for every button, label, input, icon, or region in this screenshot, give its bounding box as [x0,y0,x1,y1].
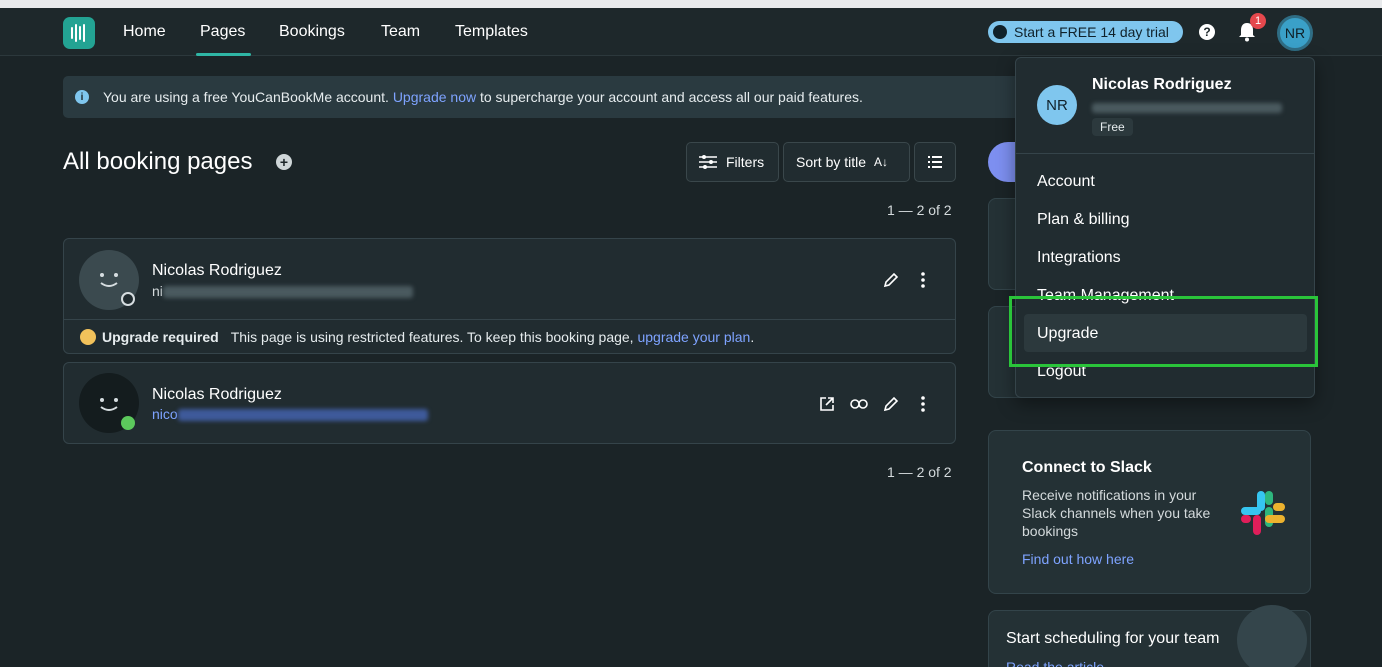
dropdown-divider [1016,153,1314,154]
status-indicator-inactive [121,292,135,306]
menu-item-account[interactable]: Account [1037,173,1095,191]
active-tab-indicator [196,53,251,56]
page-title: All booking pages [63,148,253,175]
add-page-icon[interactable]: + [276,154,292,170]
plan-badge: Free [1092,118,1133,136]
edit-icon[interactable] [881,270,901,290]
bolt-icon [993,25,1007,39]
user-avatar-button[interactable]: NR [1277,15,1313,51]
free-trial-label: Start a FREE 14 day trial [1014,24,1169,40]
warning-title: Upgrade required [102,329,219,345]
top-navbar: Home Pages Bookings Team Templates Start… [0,8,1382,56]
list-view-icon [928,156,942,168]
free-trial-button[interactable]: Start a FREE 14 day trial [988,21,1183,43]
booking-page-card[interactable]: Nicolas Rodriguez ni Upgrade required Th… [63,238,956,354]
booking-page-name: Nicolas Rodriguez [152,262,282,279]
team-scheduling-card: Start scheduling for your team Read the … [988,605,1311,667]
menu-item-integrations[interactable]: Integrations [1037,249,1121,267]
sort-button[interactable]: Sort by title A↓ [783,142,910,182]
nav-pages[interactable]: Pages [200,23,245,41]
edit-icon[interactable] [881,394,901,414]
upgrade-now-link[interactable]: Upgrade now [393,89,476,105]
warning-text: This page is using restricted features. … [230,329,634,345]
banner-text-end: to supercharge your account and access a… [479,89,863,105]
slack-logo-icon [1239,489,1287,537]
slack-description: Receive notifications in your Slack chan… [1022,487,1211,539]
info-icon: i [75,90,89,104]
copy-link-icon[interactable] [849,394,869,414]
results-count-top: 1 — 2 of 2 [887,202,952,218]
nav-templates[interactable]: Templates [455,23,528,41]
upgrade-plan-link[interactable]: upgrade your plan [637,329,750,345]
slack-find-out-link[interactable]: Find out how here [1022,551,1134,567]
booking-page-card[interactable]: Nicolas Rodriguez nico [63,362,956,444]
results-count-bottom: 1 — 2 of 2 [887,464,952,480]
booking-page-url[interactable]: nico [152,406,428,422]
view-toggle-button[interactable] [914,142,956,182]
booking-page-url: ni [152,283,413,299]
help-icon[interactable]: ? [1199,24,1215,40]
menu-item-plan-billing[interactable]: Plan & billing [1037,211,1130,229]
more-options-icon[interactable] [913,394,933,414]
banner-text: You are using a free YouCanBookMe accoun… [103,89,389,105]
filters-label: Filters [726,154,765,170]
filters-icon [699,155,717,169]
crown-icon [80,329,96,345]
dropdown-user-name: Nicolas Rodriguez [1092,76,1232,93]
browser-top-strip [0,0,1382,8]
slack-title: Connect to Slack [1022,459,1152,476]
read-article-link[interactable]: Read the article [1006,659,1104,667]
dropdown-avatar: NR [1037,85,1077,125]
sort-label: Sort by title [796,154,867,170]
nav-team[interactable]: Team [381,23,420,41]
open-external-icon[interactable] [817,394,837,414]
team-card-title: Start scheduling for your team [1006,630,1220,647]
status-indicator-active [121,416,135,430]
more-options-icon[interactable] [913,270,933,290]
sort-az-icon: A↓ [874,155,889,169]
nav-home[interactable]: Home [123,23,166,41]
booking-page-name: Nicolas Rodriguez [152,386,282,403]
filters-button[interactable]: Filters [686,142,779,182]
upgrade-banner: i You are using a free YouCanBookMe acco… [63,76,1033,118]
notification-badge: 1 [1250,13,1266,29]
decorative-globe [1237,605,1307,667]
dropdown-user-email [1092,99,1282,117]
nav-bookings[interactable]: Bookings [279,23,345,41]
highlight-box [1009,296,1318,367]
upgrade-required-warning: Upgrade required This page is using rest… [64,319,955,354]
logo-icon[interactable] [63,17,95,49]
warning-end: . [750,329,755,345]
slack-card: Connect to Slack Receive notifications i… [988,430,1311,594]
